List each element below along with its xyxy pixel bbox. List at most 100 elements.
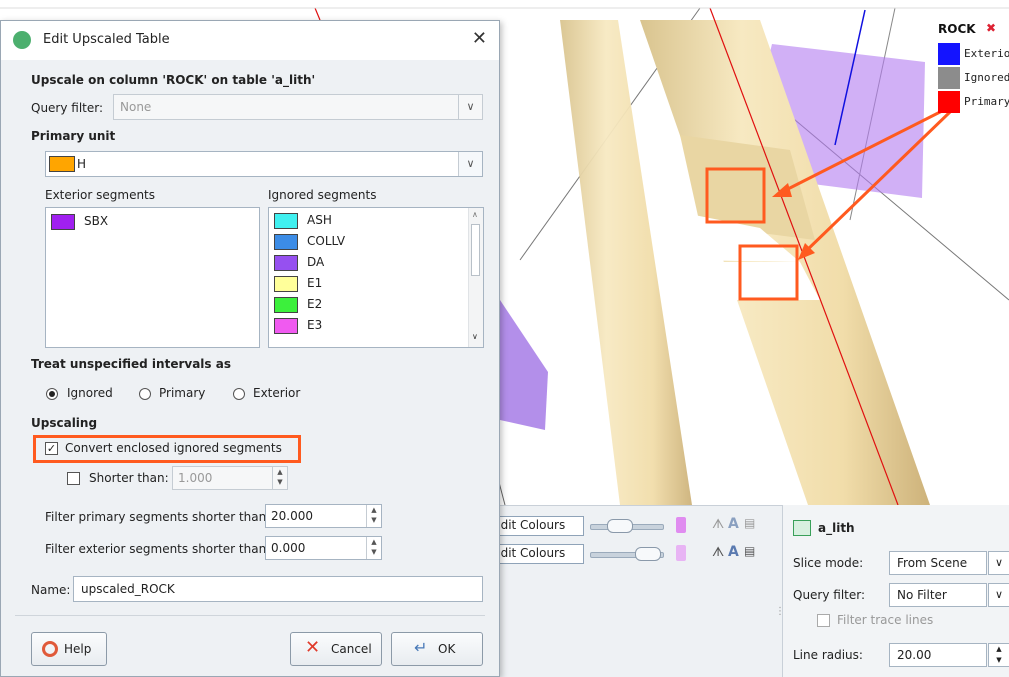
- layer-row[interactable]: Edit Colours ᗑ A ▤: [490, 516, 782, 536]
- radio-ignored[interactable]: [46, 388, 58, 400]
- list-icon[interactable]: ▤: [744, 544, 755, 558]
- slice-mode-label: Slice mode:: [793, 556, 864, 570]
- help-button[interactable]: Help: [31, 632, 107, 666]
- opacity-slider[interactable]: [590, 547, 664, 561]
- properties-panel: a_lith Slice mode: From Scene ∨ Query fi…: [782, 505, 1009, 677]
- exterior-segments-label: Exterior segments: [45, 188, 156, 202]
- convert-checkbox[interactable]: ✓: [45, 442, 58, 455]
- chevron-down-icon[interactable]: ∨: [458, 95, 482, 119]
- primary-unit-label: Primary unit: [31, 129, 116, 143]
- table-icon: [793, 520, 811, 536]
- exterior-segments-list[interactable]: SBX: [45, 207, 260, 348]
- filter-primary-input[interactable]: 20.000 ▲ ▼: [265, 504, 382, 528]
- shading-icon[interactable]: ᗑ: [712, 545, 724, 560]
- app-icon: [13, 31, 31, 49]
- filter-exterior-value: 0.000: [271, 541, 306, 555]
- shorter-than-label[interactable]: Shorter than:: [89, 471, 169, 485]
- scroll-down-icon[interactable]: ∨: [472, 332, 478, 341]
- chevron-down-icon[interactable]: ∨: [988, 551, 1009, 575]
- legend-title: ROCK: [938, 22, 976, 36]
- legend-swatch-primary: [938, 91, 960, 113]
- layer-list-panel: Edit Colours ᗑ A ▤ Edit Colours ᗑ A ▤ ⋮: [490, 505, 785, 677]
- item-label: DA: [307, 255, 325, 269]
- close-icon[interactable]: ✕: [472, 28, 487, 49]
- shading-icon[interactable]: ᗑ: [712, 517, 724, 532]
- ignored-segments-list[interactable]: ASH COLLV DA E1 E2 E3 ∧ ∨: [268, 207, 484, 348]
- slider-knob[interactable]: [635, 547, 661, 561]
- ok-label: OK: [438, 642, 456, 656]
- edit-colours-field[interactable]: Edit Colours: [490, 516, 584, 536]
- spin-buttons[interactable]: ▲ ▼: [988, 643, 1009, 667]
- color-swatch: [274, 318, 298, 334]
- layer-row[interactable]: Edit Colours ᗑ A ▤: [490, 544, 782, 564]
- chevron-down-icon[interactable]: ∨: [988, 583, 1009, 607]
- scroll-up-icon[interactable]: ∧: [472, 210, 478, 219]
- primary-unit-swatch: [49, 156, 75, 172]
- label-icon[interactable]: A: [728, 544, 739, 560]
- color-swatch: [274, 297, 298, 313]
- purple-block: [500, 300, 548, 430]
- edit-colours-field[interactable]: Edit Colours: [490, 544, 584, 564]
- dialog-titlebar[interactable]: Edit Upscaled Table ✕: [1, 21, 499, 60]
- item-label: ASH: [307, 213, 332, 227]
- cancel-button[interactable]: ✕ Cancel: [290, 632, 382, 666]
- shorter-than-input[interactable]: 1.000 ▲ ▼: [172, 466, 288, 490]
- legend-label-ignored: Ignored: [964, 71, 1009, 84]
- list-scrollbar[interactable]: ∧ ∨: [468, 208, 483, 347]
- help-label: Help: [64, 642, 92, 656]
- query-filter-label: Query filter:: [31, 101, 104, 115]
- radio-exterior[interactable]: [233, 388, 245, 400]
- color-swatch: [51, 214, 75, 230]
- name-input[interactable]: upscaled_ROCK: [73, 576, 483, 602]
- colour-picker-icon[interactable]: [676, 545, 686, 561]
- opacity-slider[interactable]: [590, 519, 664, 533]
- query-filter-label: Query filter:: [793, 588, 866, 602]
- radio-primary[interactable]: [139, 388, 151, 400]
- convert-label[interactable]: Convert enclosed ignored segments: [65, 441, 282, 455]
- label-icon[interactable]: A: [728, 516, 739, 532]
- item-label: E1: [307, 276, 323, 290]
- line-radius-label: Line radius:: [793, 648, 863, 662]
- item-label: SBX: [84, 214, 109, 228]
- filter-exterior-label: Filter exterior segments shorter than:: [45, 542, 271, 556]
- query-filter-select[interactable]: No Filter: [889, 583, 987, 607]
- ignored-segments-label: Ignored segments: [268, 188, 377, 202]
- line-radius-input[interactable]: 20.00: [889, 643, 987, 667]
- ok-button[interactable]: ↵ OK: [391, 632, 483, 666]
- spin-buttons[interactable]: ▲ ▼: [272, 467, 287, 489]
- filter-trace-label: Filter trace lines: [837, 613, 934, 627]
- color-swatch: [274, 213, 298, 229]
- color-swatch: [274, 255, 298, 271]
- slider-knob[interactable]: [607, 519, 633, 533]
- query-filter-select[interactable]: None ∨: [113, 94, 483, 120]
- primary-unit-value: H: [77, 157, 87, 171]
- list-icon[interactable]: ▤: [744, 516, 755, 530]
- radio-ignored-label[interactable]: Ignored: [67, 386, 113, 400]
- legend-label-primary: Primary: [964, 95, 1009, 108]
- query-filter-value: None: [120, 100, 152, 114]
- spin-buttons[interactable]: ▲ ▼: [366, 505, 381, 527]
- object-name: a_lith: [818, 521, 855, 535]
- upscaling-label: Upscaling: [31, 416, 98, 430]
- name-label: Name:: [31, 583, 71, 597]
- legend-swatch-ignored: [938, 67, 960, 89]
- spin-buttons[interactable]: ▲ ▼: [366, 537, 381, 559]
- cancel-icon: ✕: [305, 637, 321, 658]
- upscale-heading: Upscale on column 'ROCK' on table 'a_lit…: [31, 73, 316, 87]
- legend-swatch-exterior: [938, 43, 960, 65]
- chevron-down-icon[interactable]: ∨: [458, 152, 482, 176]
- scroll-thumb[interactable]: [471, 224, 480, 276]
- shorter-than-checkbox[interactable]: [67, 472, 80, 485]
- gap-cut: [690, 262, 820, 300]
- colour-picker-icon[interactable]: [676, 517, 686, 533]
- divider: [15, 615, 485, 616]
- slice-mode-select[interactable]: From Scene: [889, 551, 987, 575]
- legend-close-icon[interactable]: ✖: [986, 21, 996, 35]
- filter-trace-checkbox[interactable]: [817, 614, 830, 627]
- filter-primary-label: Filter primary segments shorter than:: [45, 510, 271, 524]
- shorter-than-value: 1.000: [178, 471, 213, 485]
- radio-exterior-label[interactable]: Exterior: [253, 386, 300, 400]
- primary-unit-select[interactable]: H ∨: [45, 151, 483, 177]
- radio-primary-label[interactable]: Primary: [159, 386, 205, 400]
- filter-exterior-input[interactable]: 0.000 ▲ ▼: [265, 536, 382, 560]
